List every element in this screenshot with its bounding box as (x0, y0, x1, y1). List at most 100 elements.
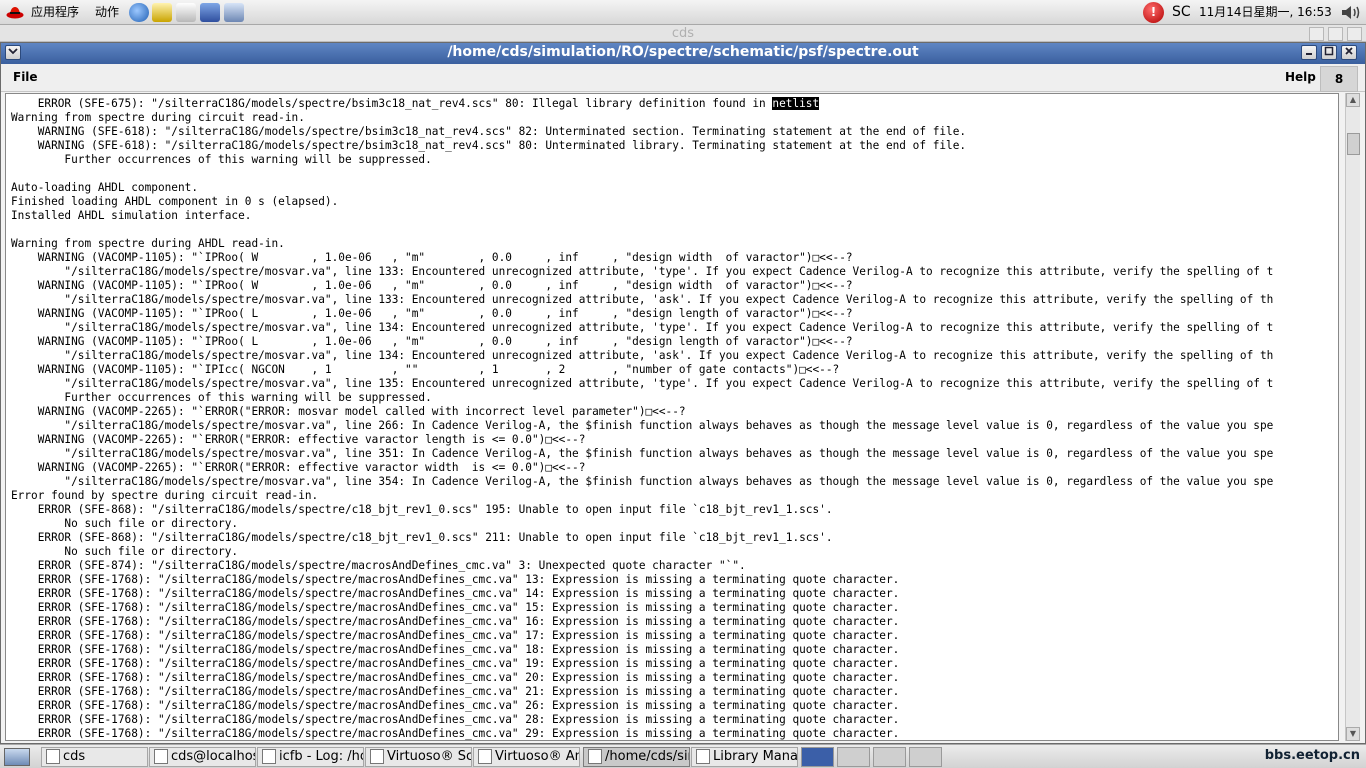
log-line: ERROR (SFE-1768): "/silterraC18G/models/… (11, 643, 1338, 657)
log-line: ERROR (SFE-1768): "/silterraC18G/models/… (11, 671, 1338, 685)
email-icon[interactable] (152, 3, 172, 22)
background-window-titlebar: cds (0, 25, 1366, 42)
office-icon[interactable] (200, 3, 220, 22)
actions-menu[interactable]: 动作 (95, 0, 119, 25)
applications-menu[interactable]: 应用程序 (31, 0, 79, 25)
log-line: ERROR (SFE-868): "/silterraC18G/models/s… (11, 503, 1338, 517)
bg-minimize-button[interactable] (1309, 27, 1324, 41)
log-line (11, 167, 1338, 181)
bg-maximize-button[interactable] (1328, 27, 1343, 41)
taskbar-button-label: Library Manag (713, 749, 798, 764)
log-line-text: No such file or directory. (11, 545, 239, 558)
log-line: Auto-loading AHDL component. (11, 181, 1338, 195)
log-line-text: Further occurrences of this warning will… (11, 391, 432, 404)
minimize-button[interactable] (1301, 45, 1317, 60)
redhat-logo-icon[interactable] (6, 5, 24, 19)
window-icon (478, 749, 492, 764)
log-line-text: "/silterraC18G/models/spectre/mosvar.va"… (11, 349, 1274, 362)
log-line-text: ERROR (SFE-675): "/silterraC18G/models/s… (11, 97, 773, 110)
log-line: WARNING (VACOMP-1105): "`IPRoo( L , 1.0e… (11, 307, 1338, 321)
log-text-area[interactable]: ERROR (SFE-675): "/silterraC18G/models/s… (5, 93, 1339, 741)
log-line-text: WARNING (SFE-618): "/silterraC18G/models… (11, 125, 967, 138)
folder-icon (46, 749, 60, 764)
log-line-text: ERROR (SFE-1768): "/silterraC18G/models/… (11, 629, 900, 642)
show-desktop-icon[interactable] (4, 748, 30, 766)
log-line: "/silterraC18G/models/spectre/mosvar.va"… (11, 349, 1338, 363)
log-line-text: ERROR (SFE-1768): "/silterraC18G/models/… (11, 671, 900, 684)
log-line: WARNING (VACOMP-2265): "`ERROR("ERROR: e… (11, 461, 1338, 475)
log-line-text (11, 223, 18, 236)
log-line: ERROR (SFE-1768): "/silterraC18G/models/… (11, 587, 1338, 601)
log-line-text: "/silterraC18G/models/spectre/mosvar.va"… (11, 293, 1274, 306)
log-line: No such file or directory. (11, 517, 1338, 531)
workspace-2[interactable] (837, 747, 870, 767)
log-line-text: ERROR (SFE-1768): "/silterraC18G/models/… (11, 713, 900, 726)
vertical-scrollbar[interactable]: ▲ ▼ (1345, 93, 1360, 741)
log-line-text: WARNING (VACOMP-1105): "`IPRoo( W , 1.0e… (11, 251, 853, 264)
scroll-up-arrow-icon[interactable]: ▲ (1346, 93, 1360, 107)
workspace-4[interactable] (909, 747, 942, 767)
log-line-text: Finished loading AHDL component in 0 s (… (11, 195, 339, 208)
log-line-text: ERROR (SFE-1768): "/silterraC18G/models/… (11, 727, 900, 740)
workspace-3[interactable] (873, 747, 906, 767)
log-line: ERROR (SFE-1768): "/silterraC18G/models/… (11, 573, 1338, 587)
input-method-indicator[interactable]: SC (1172, 0, 1191, 25)
editor-icon[interactable] (176, 3, 196, 22)
log-line-text: Warning from spectre during circuit read… (11, 111, 305, 124)
library-icon (696, 749, 710, 764)
log-line-text: "/silterraC18G/models/spectre/mosvar.va"… (11, 447, 1274, 460)
log-line (11, 223, 1338, 237)
alert-icon[interactable]: ! (1143, 2, 1164, 23)
volume-icon[interactable] (1340, 4, 1362, 24)
log-output: ERROR (SFE-675): "/silterraC18G/models/s… (6, 94, 1338, 740)
menubar: File Help 8 (1, 64, 1365, 92)
log-line: "/silterraC18G/models/spectre/mosvar.va"… (11, 377, 1338, 391)
file-menu[interactable]: File (13, 70, 38, 84)
log-line: WARNING (VACOMP-1105): "`IPIcc( NGCON , … (11, 363, 1338, 377)
bg-close-button[interactable] (1347, 27, 1362, 41)
clock[interactable]: 11月14日星期一, 16:53 (1199, 0, 1332, 25)
log-line-text: ERROR (SFE-1768): "/silterraC18G/models/… (11, 587, 900, 600)
scrollbar-thumb[interactable] (1347, 133, 1360, 155)
taskbar-button[interactable]: /home/cds/sin (583, 747, 690, 767)
log-line-text: "/silterraC18G/models/spectre/mosvar.va"… (11, 475, 1274, 488)
taskbar-button[interactable]: cds@localhos (149, 747, 256, 767)
taskbar-button[interactable]: Library Manag (691, 747, 798, 767)
log-line: WARNING (VACOMP-1105): "`IPRoo( W , 1.0e… (11, 251, 1338, 265)
log-line-text: WARNING (SFE-618): "/silterraC18G/models… (11, 139, 967, 152)
taskbar-button[interactable]: cds (41, 747, 148, 767)
taskbar-button[interactable]: icfb - Log: /ho (257, 747, 364, 767)
browser-icon[interactable] (129, 3, 149, 22)
log-line-text: Installed AHDL simulation interface. (11, 209, 252, 222)
window-titlebar[interactable]: /home/cds/simulation/RO/spectre/schemati… (1, 43, 1365, 64)
close-button[interactable] (1341, 45, 1357, 60)
log-line-text: WARNING (VACOMP-2265): "`ERROR("ERROR: e… (11, 433, 586, 446)
log-line-text: WARNING (VACOMP-1105): "`IPRoo( W , 1.0e… (11, 279, 853, 292)
log-line-text: Warning from spectre during AHDL read-in… (11, 237, 285, 250)
selected-text-highlight[interactable]: netlist (772, 97, 820, 110)
log-line: ERROR (SFE-874): "/silterraC18G/models/s… (11, 559, 1338, 573)
taskbar-button-label: icfb - Log: /ho (279, 749, 364, 764)
log-line: ERROR (SFE-868): "/silterraC18G/models/s… (11, 531, 1338, 545)
window-icon (588, 749, 602, 764)
log-line-text (11, 167, 18, 180)
log-line: Installed AHDL simulation interface. (11, 209, 1338, 223)
log-line-text: ERROR (SFE-1768): "/silterraC18G/models/… (11, 601, 900, 614)
maximize-button[interactable] (1321, 45, 1337, 60)
taskbar-button-label: cds@localhos (171, 749, 256, 764)
taskbar-button-label: Virtuoso® Sch (387, 749, 472, 764)
taskbar-button[interactable]: Virtuoso® Sch (365, 747, 472, 767)
log-line: "/silterraC18G/models/spectre/mosvar.va"… (11, 447, 1338, 461)
workspace-1[interactable] (801, 747, 834, 767)
scroll-down-arrow-icon[interactable]: ▼ (1346, 727, 1360, 741)
log-line-text: ERROR (SFE-874): "/silterraC18G/models/s… (11, 559, 746, 572)
log-line-text: Error found by spectre during circuit re… (11, 489, 319, 502)
log-line: ERROR (SFE-1768): "/silterraC18G/models/… (11, 685, 1338, 699)
help-menu[interactable]: Help (1285, 70, 1316, 84)
log-line-text: "/silterraC18G/models/spectre/mosvar.va"… (11, 321, 1274, 334)
log-line: Warning from spectre during AHDL read-in… (11, 237, 1338, 251)
taskbar-button[interactable]: Virtuoso® Ana (473, 747, 580, 767)
log-line-text: WARNING (VACOMP-1105): "`IPRoo( L , 1.0e… (11, 307, 853, 320)
log-line: ERROR (SFE-1768): "/silterraC18G/models/… (11, 657, 1338, 671)
print-icon[interactable] (224, 3, 244, 22)
